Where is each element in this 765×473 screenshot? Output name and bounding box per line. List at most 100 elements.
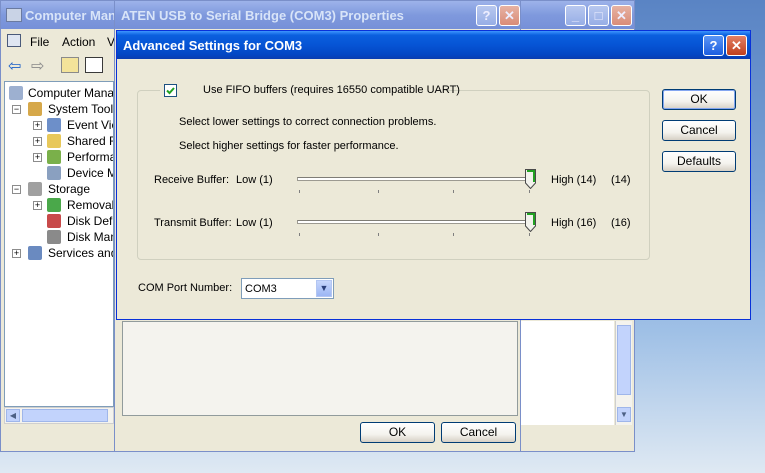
transmit-high-label: High (16) — [551, 217, 597, 229]
up-folder-icon[interactable] — [61, 57, 79, 73]
tree-item-disk-defragmenter[interactable]: Disk Defra — [67, 213, 113, 229]
device-manager-content — [521, 321, 614, 425]
expand-icon[interactable]: + — [33, 201, 42, 210]
tree-item-removable-storage[interactable]: Removab — [67, 197, 113, 213]
ok-button[interactable]: OK — [360, 422, 435, 443]
check-mark-icon — [166, 87, 175, 95]
disk-management-icon — [47, 230, 61, 244]
show-hide-tree-icon[interactable] — [85, 57, 103, 73]
help-button[interactable]: ? — [476, 5, 497, 26]
hint-higher-text: Select higher settings for faster perfor… — [179, 140, 399, 152]
fifo-checkbox-row[interactable]: Use FIFO buffers (requires 16550 compati… — [160, 83, 460, 99]
cancel-button[interactable]: Cancel — [662, 120, 736, 141]
event-viewer-icon — [47, 118, 61, 132]
removable-storage-icon — [47, 198, 61, 212]
tree-item-computer-management[interactable]: Computer Manage — [28, 85, 113, 101]
receive-buffer-slider[interactable] — [297, 167, 537, 193]
toolbar: ⇦ ⇨ — [1, 53, 129, 77]
advanced-settings-dialog: Advanced Settings for COM3 ? ✕ Use FIFO … — [116, 30, 751, 320]
com-port-select[interactable]: COM3 ▼ — [241, 278, 334, 299]
scroll-thumb[interactable] — [617, 325, 631, 395]
expand-icon[interactable]: + — [33, 137, 42, 146]
close-button[interactable]: ✕ — [499, 5, 520, 26]
receive-value: (14) — [611, 174, 631, 186]
scroll-down-arrow-icon[interactable]: ▼ — [617, 407, 631, 422]
tree-item-disk-management[interactable]: Disk Mana — [67, 229, 113, 245]
scroll-thumb[interactable] — [22, 409, 108, 422]
slider-tick — [378, 190, 379, 193]
computer-management-icon — [6, 8, 22, 22]
expand-icon[interactable]: + — [33, 153, 42, 162]
menu-action[interactable]: Action — [62, 35, 95, 49]
slider-tick — [299, 190, 300, 193]
slider-tick — [529, 233, 530, 236]
scroll-left-arrow-icon[interactable]: ◀ — [6, 409, 20, 422]
slider-thumb[interactable] — [525, 212, 536, 232]
slider-track — [297, 177, 533, 181]
horizontal-scrollbar[interactable]: ◀ — [4, 407, 114, 424]
device-manager-icon — [47, 166, 61, 180]
cancel-button[interactable]: Cancel — [441, 422, 516, 443]
fifo-label[interactable]: Use FIFO buffers (requires 16550 compati… — [203, 84, 460, 96]
properties-titlebar: ATEN USB to Serial Bridge (COM3) Propert… — [115, 1, 523, 29]
tree-item-performance[interactable]: Performa — [67, 149, 113, 165]
close-button[interactable]: ✕ — [726, 35, 747, 56]
properties-content — [122, 321, 518, 416]
tree-item-system-tools[interactable]: System Tools — [48, 101, 113, 117]
back-arrow-icon[interactable]: ⇦ — [8, 56, 21, 76]
transmit-value: (16) — [611, 217, 631, 229]
computer-management-window: Computer Mana File Action V ⇦ ⇨ Computer… — [0, 0, 130, 452]
app-menu-icon[interactable] — [7, 34, 21, 47]
com-port-label: COM Port Number: — [138, 282, 233, 294]
tools-icon — [28, 102, 42, 116]
slider-tick — [378, 233, 379, 236]
disk-defragmenter-icon — [47, 214, 61, 228]
shared-folders-icon — [47, 134, 61, 148]
minimize-button[interactable]: _ — [565, 5, 586, 26]
tree-item-storage[interactable]: Storage — [48, 181, 90, 197]
menu-file[interactable]: File — [30, 35, 49, 49]
maximize-button[interactable]: □ — [588, 5, 609, 26]
window-title: Computer Mana — [25, 8, 124, 23]
defaults-button[interactable]: Defaults — [662, 151, 736, 172]
tree-pane[interactable]: Computer Manage − System Tools + Event V… — [4, 81, 114, 407]
slider-thumb[interactable] — [525, 169, 536, 189]
receive-high-label: High (14) — [551, 174, 597, 186]
hint-lower-text: Select lower settings to correct connect… — [179, 116, 437, 128]
slider-tick — [453, 233, 454, 236]
ok-button[interactable]: OK — [662, 89, 736, 110]
transmit-buffer-label: Transmit Buffer: — [154, 217, 232, 229]
receive-low-label: Low (1) — [236, 174, 273, 186]
slider-track — [297, 220, 533, 224]
desktop: { "computer_management": { "title": "Com… — [0, 0, 765, 473]
computer-icon — [9, 86, 23, 100]
tree-item-event-viewer[interactable]: Event Vie — [67, 117, 113, 133]
fifo-checkbox[interactable] — [164, 84, 177, 97]
slider-tick — [453, 190, 454, 193]
expand-icon[interactable]: + — [33, 121, 42, 130]
storage-icon — [28, 182, 42, 196]
tree-item-services-and-applications[interactable]: Services and — [48, 245, 113, 261]
transmit-buffer-slider[interactable] — [297, 210, 537, 236]
dropdown-arrow-icon[interactable]: ▼ — [316, 280, 332, 297]
tree-item-device-manager[interactable]: Device Ma — [67, 165, 113, 181]
help-button[interactable]: ? — [703, 35, 724, 56]
slider-tick — [529, 190, 530, 193]
menu-bar: File Action V — [1, 31, 129, 51]
collapse-icon[interactable]: − — [12, 185, 21, 194]
dialog-title: Advanced Settings for COM3 — [123, 38, 303, 53]
services-icon — [28, 246, 42, 260]
advanced-settings-titlebar: Advanced Settings for COM3 — [117, 31, 750, 59]
close-button[interactable]: ✕ — [611, 5, 632, 26]
performance-icon — [47, 150, 61, 164]
expand-icon[interactable]: + — [12, 249, 21, 258]
transmit-low-label: Low (1) — [236, 217, 273, 229]
forward-arrow-icon[interactable]: ⇨ — [31, 56, 44, 76]
receive-buffer-label: Receive Buffer: — [154, 174, 230, 186]
tree-item-shared-folders[interactable]: Shared Fo — [67, 133, 113, 149]
com-port-value: COM3 — [245, 283, 277, 295]
window-title: ATEN USB to Serial Bridge (COM3) Propert… — [121, 8, 404, 23]
slider-tick — [299, 233, 300, 236]
collapse-icon[interactable]: − — [12, 105, 21, 114]
vertical-scrollbar[interactable]: ▼ — [615, 321, 632, 425]
